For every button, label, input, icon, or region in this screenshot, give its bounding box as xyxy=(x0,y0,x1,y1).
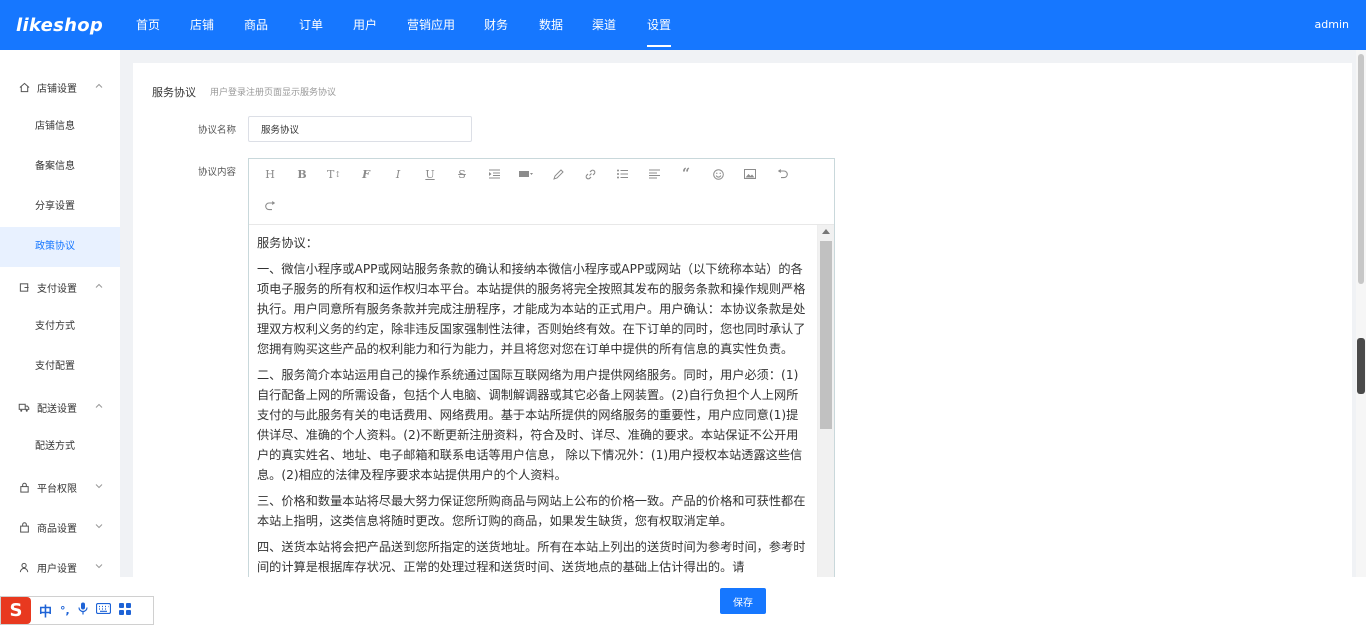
strikethrough-icon[interactable]: S xyxy=(452,164,472,184)
bag-icon xyxy=(18,521,30,533)
section-title: 服务协议 xyxy=(152,86,196,99)
indent-icon[interactable] xyxy=(484,164,504,184)
nav-item-users[interactable]: 用户 xyxy=(353,0,407,50)
underline-icon[interactable]: U xyxy=(420,164,440,184)
ime-mode-chinese[interactable]: 中 xyxy=(39,601,52,620)
sidebar-item-payment-config[interactable]: 支付配置 xyxy=(0,347,120,387)
sidebar-item-filing-info[interactable]: 备案信息 xyxy=(0,147,120,187)
lock-icon xyxy=(18,481,30,493)
align-icon[interactable] xyxy=(644,164,664,184)
sidebar-group-label: 配送设置 xyxy=(37,403,77,415)
sidebar-group-payment-settings[interactable]: 支付设置 xyxy=(0,267,120,307)
user-icon xyxy=(18,561,30,573)
agreement-name-input[interactable] xyxy=(248,116,472,142)
sidebar-group-platform-permissions[interactable]: 平台权限 xyxy=(0,467,120,507)
sidebar-group-delivery-settings[interactable]: 配送设置 xyxy=(0,387,120,427)
paragraph-1: 一、微信小程序或APP或网站服务条款的确认和接纳本微信小程序或APP或网站（以下… xyxy=(257,262,806,356)
highlight-icon[interactable] xyxy=(548,164,568,184)
sidebar-item-delivery-methods[interactable]: 配送方式 xyxy=(0,427,120,467)
grid-icon[interactable] xyxy=(118,602,131,619)
link-icon[interactable] xyxy=(580,164,600,184)
quote-icon[interactable]: “ xyxy=(676,164,696,184)
sidebar-group-label: 店铺设置 xyxy=(37,83,77,95)
sidebar-item-policy[interactable]: 政策协议 xyxy=(0,227,120,267)
sidebar-group-label: 平台权限 xyxy=(37,483,77,495)
sidebar-item-store-info[interactable]: 店铺信息 xyxy=(0,107,120,147)
rich-text-editor: H B T ↕ F I U S “ 服务协议： 一、微信小程序或APP或网站服务… xyxy=(248,158,835,577)
sidebar-group-goods-settings[interactable]: 商品设置 xyxy=(0,507,120,547)
top-navbar: likeshop 首页 店铺 商品 订单 用户 营销应用 财务 数据 渠道 设置… xyxy=(0,0,1366,50)
ime-punctuation[interactable]: °, xyxy=(60,604,70,617)
nav-item-home[interactable]: 首页 xyxy=(136,0,190,50)
footer-bar xyxy=(0,577,1366,625)
color-icon[interactable] xyxy=(516,164,536,184)
editor-scrollbar[interactable] xyxy=(817,225,834,577)
section-subtitle: 用户登录注册页面显示服务协议 xyxy=(210,88,337,98)
page-scroll-thumb[interactable] xyxy=(1358,54,1364,284)
scroll-up-arrow-icon[interactable] xyxy=(822,229,830,234)
sidebar-group-store-settings[interactable]: 店铺设置 xyxy=(0,67,120,107)
font-size-icon[interactable]: T ↕ xyxy=(324,164,344,184)
page-scrollbar[interactable] xyxy=(1356,50,1366,577)
redo-icon[interactable] xyxy=(260,196,280,216)
save-button[interactable]: 保存 xyxy=(720,588,766,614)
chevron-up-icon xyxy=(95,403,103,408)
home-icon xyxy=(18,81,30,93)
list-icon[interactable] xyxy=(612,164,632,184)
sidebar-group-label: 支付设置 xyxy=(37,283,77,295)
paragraph-4: 四、送货本站将会把产品送到您所指定的送货地址。所有在本站上列出的送货时间为参考时… xyxy=(257,540,806,574)
sidebar-item-payment-methods[interactable]: 支付方式 xyxy=(0,307,120,347)
ime-logo[interactable]: S xyxy=(1,597,31,624)
payment-icon xyxy=(18,281,30,293)
nav-item-store[interactable]: 店铺 xyxy=(190,0,244,50)
keyboard-icon[interactable] xyxy=(95,602,111,618)
editor-scroll-thumb[interactable] xyxy=(820,241,832,429)
nav-item-goods[interactable]: 商品 xyxy=(244,0,299,50)
content-card: 服务协议 用户登录注册页面显示服务协议 协议名称 协议内容 H B T↕ F I… xyxy=(133,63,1352,577)
emoji-icon[interactable] xyxy=(708,164,728,184)
main-nav: 首页 店铺 商品 订单 用户 营销应用 财务 数据 渠道 设置 xyxy=(136,0,671,50)
chevron-down-icon xyxy=(95,484,103,489)
chevron-up-icon xyxy=(95,283,103,288)
ime-toolbar: S 中 °, xyxy=(0,596,154,625)
mic-icon[interactable] xyxy=(78,602,88,619)
truck-icon xyxy=(18,401,30,413)
chevron-up-icon xyxy=(95,83,103,88)
image-icon[interactable] xyxy=(740,164,760,184)
nav-item-settings[interactable]: 设置 xyxy=(647,0,671,50)
editor-toolbar: H B T ↕ F I U S “ xyxy=(249,159,834,225)
nav-item-finance[interactable]: 财务 xyxy=(484,0,539,50)
nav-item-data[interactable]: 数据 xyxy=(539,0,592,50)
logo[interactable]: likeshop xyxy=(0,15,136,36)
sidebar-group-user-settings[interactable]: 用户设置 xyxy=(0,547,120,577)
agreement-content-label: 协议内容 xyxy=(197,167,236,178)
chevron-down-icon xyxy=(95,524,103,529)
sidebar-group-label: 商品设置 xyxy=(37,523,77,535)
nav-item-marketing[interactable]: 营销应用 xyxy=(407,0,484,50)
side-handle[interactable] xyxy=(1357,338,1365,394)
editor-content[interactable]: 服务协议： 一、微信小程序或APP或网站服务条款的确认和接纳本微信小程序或APP… xyxy=(249,225,817,577)
sidebar: 店铺设置 店铺信息 备案信息 分享设置 政策协议 支付设置 支付方式 支付配置 … xyxy=(0,50,120,577)
nav-item-orders[interactable]: 订单 xyxy=(299,0,353,50)
paragraph-3: 三、价格和数量本站将尽最大努力保证您所购商品与网站上公布的价格一致。产品的价格和… xyxy=(257,494,806,528)
sidebar-item-share-settings[interactable]: 分享设置 xyxy=(0,187,120,227)
agreement-name-label: 协议名称 xyxy=(197,125,236,136)
sidebar-group-label: 用户设置 xyxy=(37,563,77,575)
paragraph-2: 二、服务简介本站运用自己的操作系统通过国际互联网络为用户提供网络服务。同时，用户… xyxy=(257,368,803,482)
chevron-down-icon xyxy=(95,564,103,569)
nav-item-channels[interactable]: 渠道 xyxy=(592,0,647,50)
paragraph-heading: 服务协议： xyxy=(257,236,318,250)
user-menu[interactable]: admin xyxy=(1315,0,1349,50)
undo-icon[interactable] xyxy=(772,164,792,184)
italic-icon[interactable]: I xyxy=(388,164,408,184)
font-family-icon[interactable]: F xyxy=(356,164,376,184)
bold-icon[interactable]: B xyxy=(292,164,312,184)
heading-icon[interactable]: H xyxy=(260,164,280,184)
